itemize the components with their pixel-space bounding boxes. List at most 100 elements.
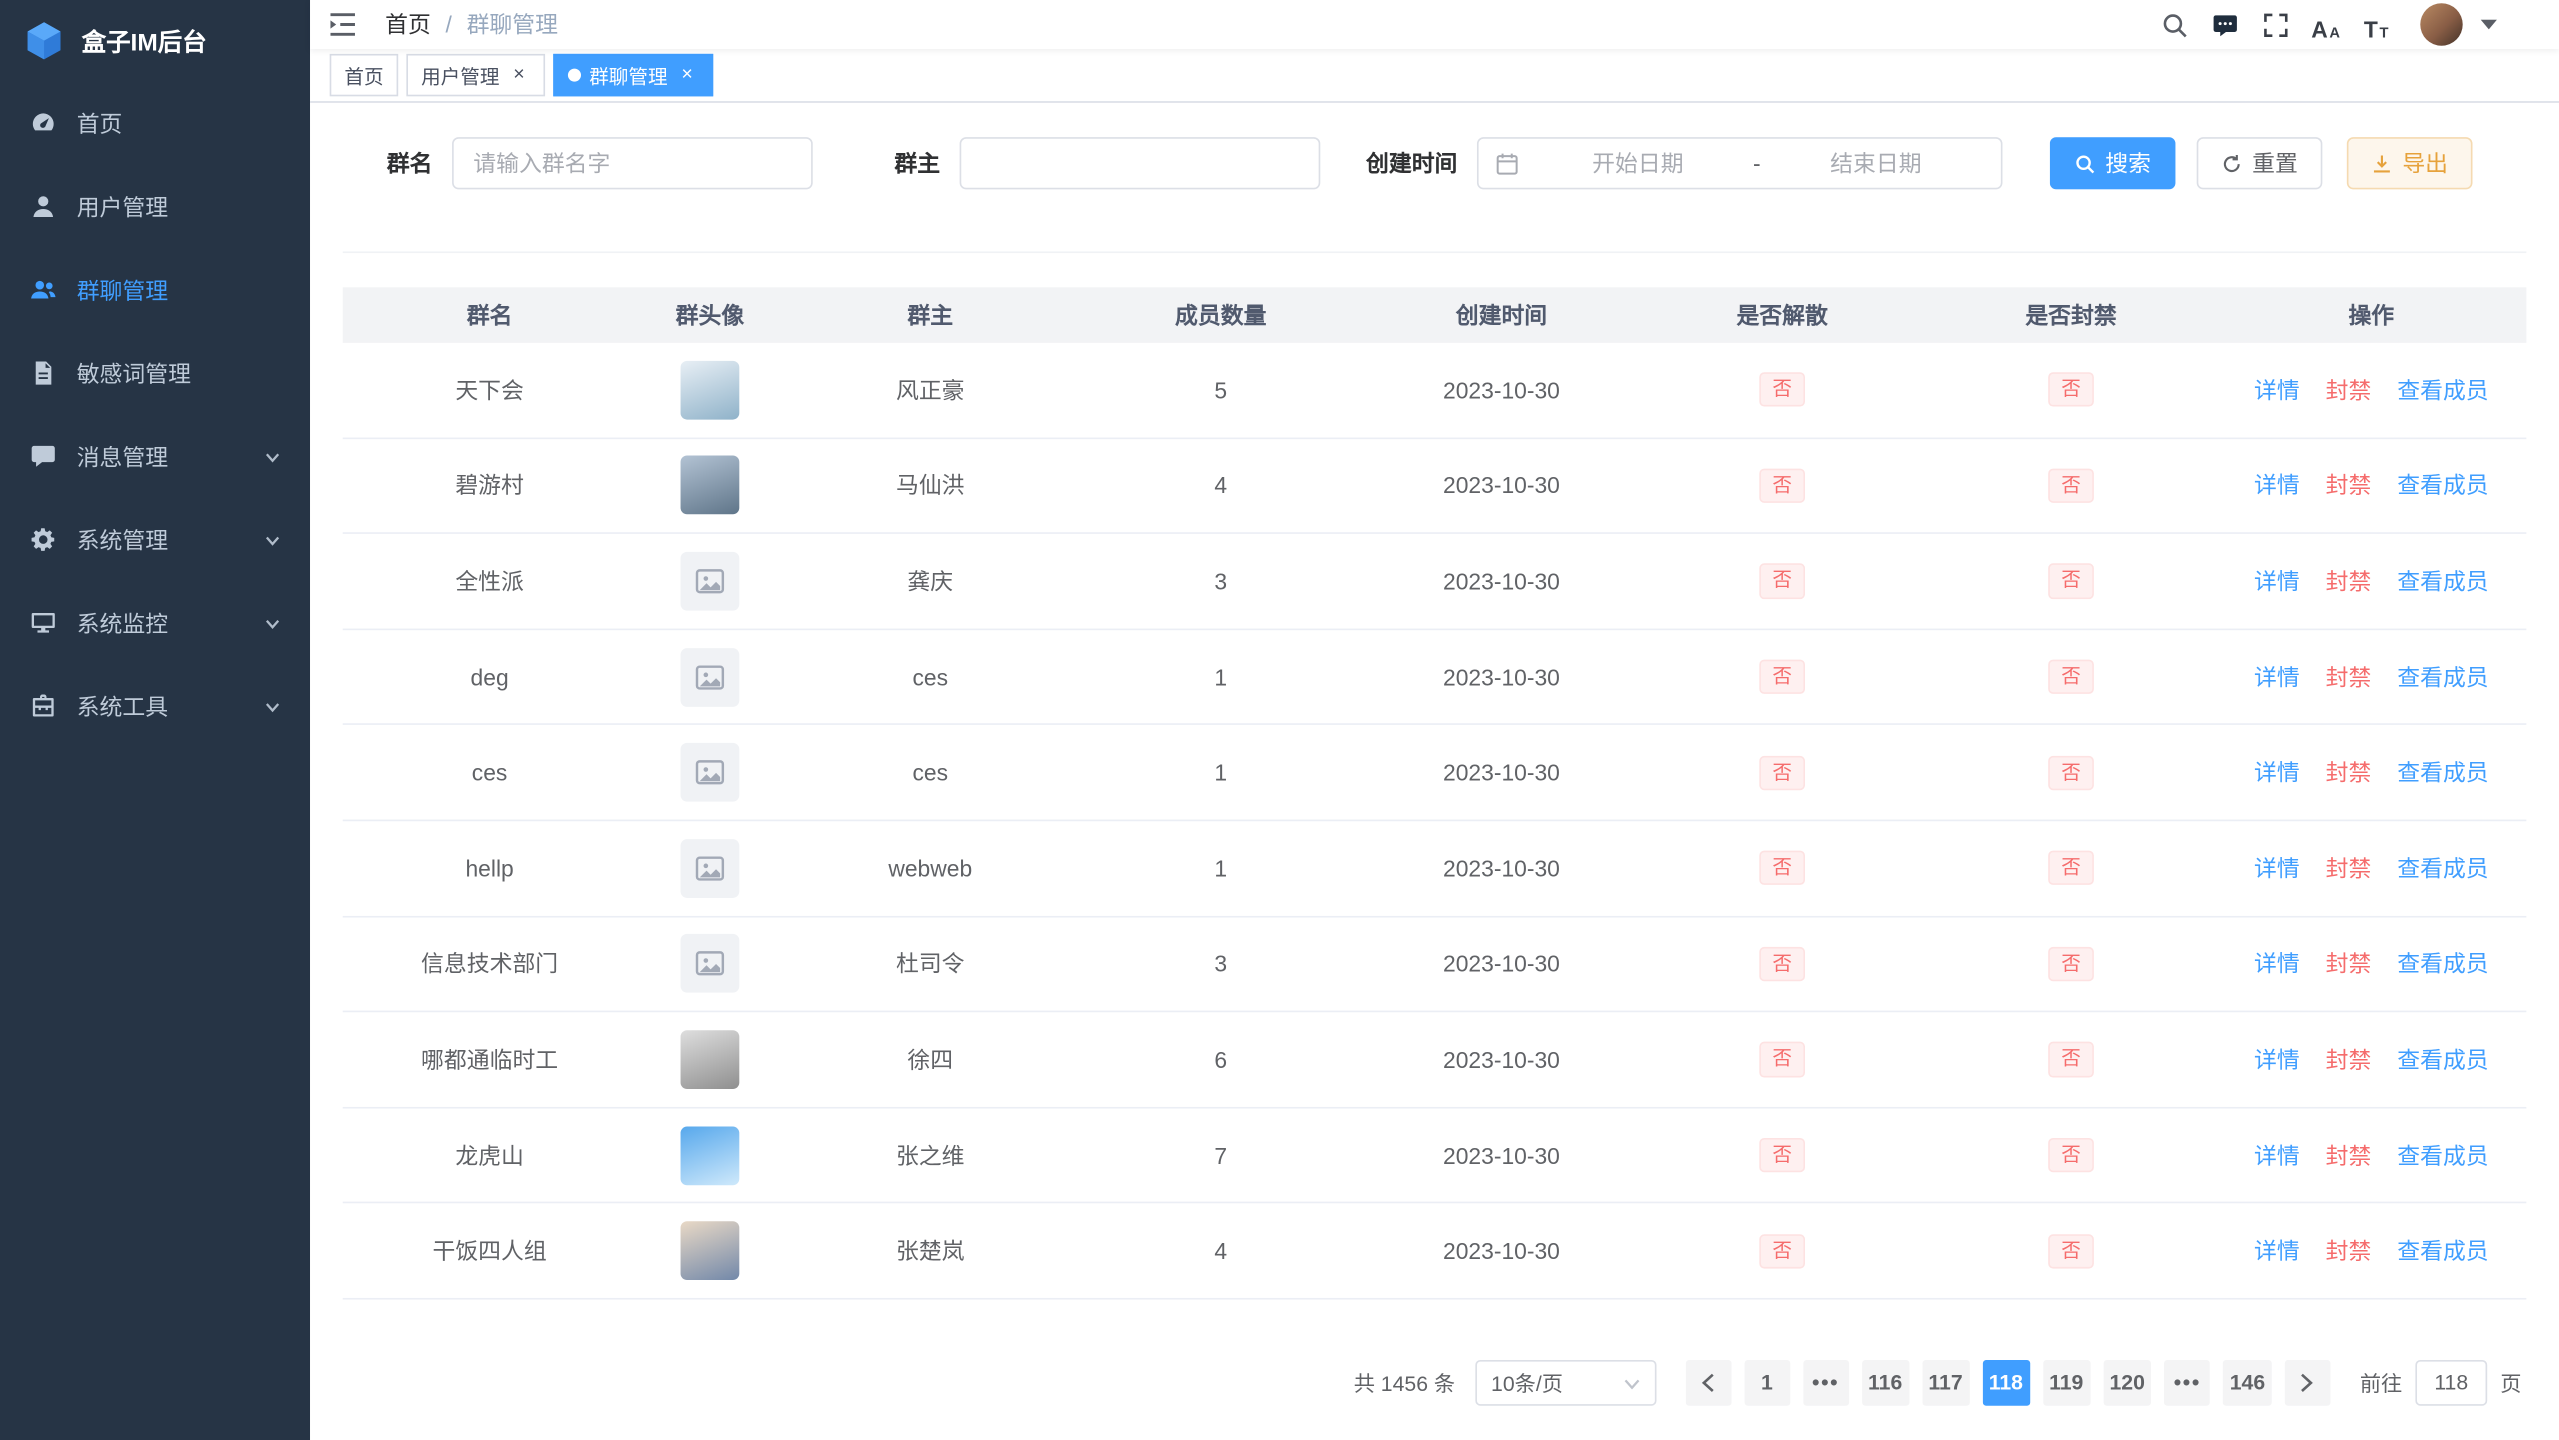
banned-badge: 否 <box>2048 1234 2094 1269</box>
ban-link[interactable]: 封禁 <box>2326 664 2372 690</box>
view-members-link[interactable]: 查看成员 <box>2397 664 2488 690</box>
groups-table: 群名 群头像 群主 成员数量 创建时间 是否解散 是否封禁 操作 天下会 风正豪… <box>343 287 2527 1299</box>
font-icon[interactable]: TT <box>2360 8 2393 41</box>
size-select-icon[interactable]: AA <box>2309 8 2342 41</box>
fullscreen-icon[interactable] <box>2259 8 2292 41</box>
view-members-link[interactable]: 查看成员 <box>2397 951 2488 977</box>
view-members-link[interactable]: 查看成员 <box>2397 1238 2488 1264</box>
group-avatar[interactable] <box>681 456 740 515</box>
page-ellipsis[interactable]: ••• <box>2164 1360 2210 1406</box>
detail-link[interactable]: 详情 <box>2254 1142 2300 1168</box>
created-label: 创建时间 <box>1366 147 1457 180</box>
page-button-146[interactable]: 146 <box>2223 1360 2271 1406</box>
group-avatar[interactable] <box>681 934 740 993</box>
page-button-117[interactable]: 117 <box>1922 1360 1969 1406</box>
page-button-1[interactable]: 1 <box>1744 1360 1790 1406</box>
search-button[interactable]: 搜索 <box>2050 137 2176 189</box>
sidebar-item-home[interactable]: 首页 <box>0 82 310 165</box>
view-members-link[interactable]: 查看成员 <box>2397 759 2488 785</box>
page-button-118[interactable]: 118 <box>1982 1360 2029 1406</box>
detail-link[interactable]: 详情 <box>2254 377 2300 403</box>
next-page-button[interactable] <box>2285 1360 2331 1406</box>
detail-link[interactable]: 详情 <box>2254 759 2300 785</box>
group-avatar[interactable] <box>681 839 740 898</box>
date-separator: - <box>1747 150 1768 176</box>
ban-link[interactable]: 封禁 <box>2326 855 2372 881</box>
group-name-input[interactable] <box>452 137 813 189</box>
group-avatar[interactable] <box>681 552 740 611</box>
detail-link[interactable]: 详情 <box>2254 568 2300 594</box>
ban-link[interactable]: 封禁 <box>2326 1142 2372 1168</box>
ban-link[interactable]: 封禁 <box>2326 472 2372 498</box>
group-owner-cell: 马仙洪 <box>783 469 1077 502</box>
hamburger-icon[interactable] <box>326 8 359 41</box>
view-members-link[interactable]: 查看成员 <box>2397 377 2488 403</box>
document-icon <box>28 358 57 387</box>
chevron-down-icon <box>1623 1371 1639 1395</box>
detail-link[interactable]: 详情 <box>2254 1238 2300 1264</box>
group-avatar[interactable] <box>681 1030 740 1089</box>
disbanded-badge: 否 <box>1759 755 1805 790</box>
page-button-119[interactable]: 119 <box>2043 1360 2090 1406</box>
page-size-select[interactable]: 10条/页 <box>1475 1360 1656 1406</box>
detail-link[interactable]: 详情 <box>2254 951 2300 977</box>
sidebar-item-system-management[interactable]: 系统管理 <box>0 498 310 581</box>
sidebar-menu: 首页 用户管理 群聊管理 敏感词管理 消息管理 系统管理 系统监控 系统工具 <box>0 82 310 748</box>
ban-link[interactable]: 封禁 <box>2326 951 2372 977</box>
tab-group-management[interactable]: 群聊管理 × <box>553 54 713 96</box>
sidebar-item-system-tools[interactable]: 系统工具 <box>0 664 310 747</box>
ban-link[interactable]: 封禁 <box>2326 1046 2372 1072</box>
detail-link[interactable]: 详情 <box>2254 472 2300 498</box>
owner-input[interactable] <box>960 137 1321 189</box>
goto-page-input[interactable] <box>2415 1360 2487 1406</box>
monitor-icon <box>28 608 57 637</box>
view-members-link[interactable]: 查看成员 <box>2397 568 2488 594</box>
end-date-placeholder[interactable]: 结束日期 <box>1767 147 1984 180</box>
start-date-placeholder[interactable]: 开始日期 <box>1529 147 1746 180</box>
export-button[interactable]: 导出 <box>2347 137 2473 189</box>
ban-link[interactable]: 封禁 <box>2326 568 2372 594</box>
column-header-created: 创建时间 <box>1364 299 1638 332</box>
tab-home[interactable]: 首页 <box>330 54 399 96</box>
group-avatar[interactable] <box>681 1221 740 1280</box>
group-avatar[interactable] <box>681 743 740 802</box>
detail-link[interactable]: 详情 <box>2254 855 2300 881</box>
group-avatar[interactable] <box>681 647 740 706</box>
banned-cell: 否 <box>1926 373 2216 408</box>
page-ellipsis[interactable]: ••• <box>1803 1360 1849 1406</box>
view-members-link[interactable]: 查看成员 <box>2397 855 2488 881</box>
prev-page-button[interactable] <box>1685 1360 1731 1406</box>
sidebar-item-group-management[interactable]: 群聊管理 <box>0 248 310 331</box>
sidebar-item-user-management[interactable]: 用户管理 <box>0 165 310 248</box>
view-members-link[interactable]: 查看成员 <box>2397 1142 2488 1168</box>
view-members-link[interactable]: 查看成员 <box>2397 1046 2488 1072</box>
group-avatar-cell <box>636 1221 783 1280</box>
group-avatar[interactable] <box>681 360 740 419</box>
sidebar-item-system-monitor[interactable]: 系统监控 <box>0 581 310 664</box>
main-content: 群名 群主 创建时间 开始日期 - 结束日期 <box>310 103 2559 1440</box>
close-icon[interactable]: × <box>676 64 699 87</box>
caret-down-icon[interactable] <box>2481 20 2497 30</box>
disbanded-cell: 否 <box>1639 947 1926 982</box>
search-icon[interactable] <box>2158 8 2191 41</box>
app-logo[interactable]: 盒子IM后台 <box>0 0 310 82</box>
ban-link[interactable]: 封禁 <box>2326 1238 2372 1264</box>
page-button-116[interactable]: 116 <box>1862 1360 1909 1406</box>
message-icon[interactable] <box>2208 8 2241 41</box>
page-button-120[interactable]: 120 <box>2103 1360 2151 1406</box>
group-avatar[interactable] <box>681 1126 740 1185</box>
view-members-link[interactable]: 查看成员 <box>2397 472 2488 498</box>
breadcrumb-item-home[interactable]: 首页 <box>385 8 431 41</box>
ban-link[interactable]: 封禁 <box>2326 377 2372 403</box>
disbanded-badge: 否 <box>1759 1138 1805 1173</box>
date-range-picker[interactable]: 开始日期 - 结束日期 <box>1477 137 2003 189</box>
user-avatar[interactable] <box>2420 3 2462 45</box>
ban-link[interactable]: 封禁 <box>2326 759 2372 785</box>
sidebar-item-message-management[interactable]: 消息管理 <box>0 415 310 498</box>
detail-link[interactable]: 详情 <box>2254 1046 2300 1072</box>
close-icon[interactable]: × <box>508 64 531 87</box>
sidebar-item-sensitive-words[interactable]: 敏感词管理 <box>0 331 310 414</box>
detail-link[interactable]: 详情 <box>2254 664 2300 690</box>
tab-user-management[interactable]: 用户管理 × <box>406 54 545 96</box>
reset-button[interactable]: 重置 <box>2197 137 2323 189</box>
